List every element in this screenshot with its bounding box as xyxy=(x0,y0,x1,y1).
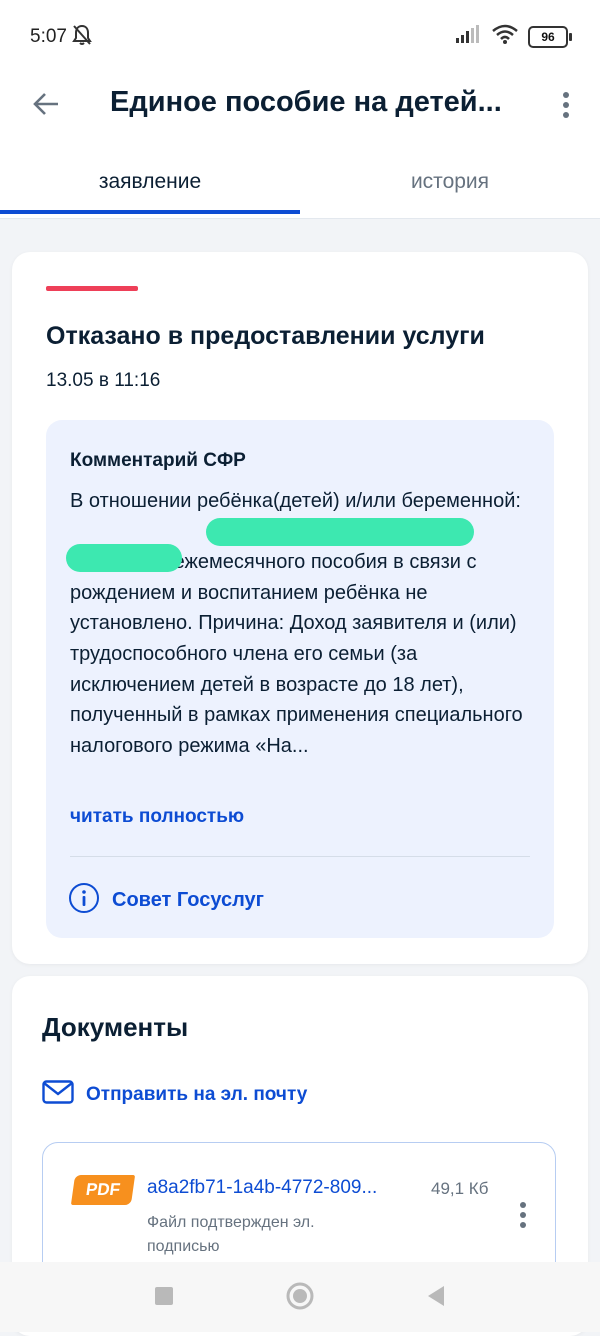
back-button[interactable] xyxy=(26,86,66,126)
read-more-link[interactable]: читать полностью xyxy=(70,806,244,828)
info-icon xyxy=(68,882,100,919)
status-time: 5:07 xyxy=(30,26,67,47)
back-triangle-icon xyxy=(424,1284,448,1313)
tab-bar: заявление история xyxy=(0,144,600,219)
more-button[interactable] xyxy=(552,84,580,130)
battery-icon: 96 xyxy=(528,25,572,48)
app-bar: Единое пособие на детей... xyxy=(0,74,600,144)
documents-title: Документы xyxy=(42,1012,189,1042)
pdf-badge: PDF xyxy=(70,1175,136,1205)
status-bar: 5:07 96 xyxy=(0,0,600,74)
divider xyxy=(70,856,530,857)
back-nav-button[interactable] xyxy=(418,1280,454,1316)
signal-icon xyxy=(456,25,482,48)
recent-apps-button[interactable] xyxy=(146,1280,182,1316)
document-name[interactable]: a8a2fb71-1a4b-4772-809... xyxy=(147,1177,413,1199)
application-status-card: Отказано в предоставлении услуги 13.05 в… xyxy=(12,252,588,964)
advice-label: Совет Госуслуг xyxy=(112,889,264,911)
more-vertical-icon xyxy=(562,91,570,124)
arrow-left-icon xyxy=(32,92,60,121)
mail-icon xyxy=(42,1080,74,1109)
tab-history[interactable]: история xyxy=(300,144,600,216)
page-title: Единое пособие на детей... xyxy=(110,86,502,118)
redaction-mark xyxy=(66,544,182,572)
advice-link[interactable]: Совет Госуслуг xyxy=(68,882,264,919)
status-icons: 96 xyxy=(456,24,572,49)
system-nav-bar xyxy=(0,1262,600,1332)
status-title: Отказано в предоставлении услуги xyxy=(46,322,485,350)
comment-title: Комментарий СФР xyxy=(70,450,246,471)
document-more-button[interactable] xyxy=(513,1199,533,1235)
tab-indicator xyxy=(0,210,300,214)
home-icon xyxy=(285,1281,315,1316)
status-date: 13.05 в 11:16 xyxy=(46,370,161,391)
bell-off-icon xyxy=(72,24,92,51)
comment-box: Комментарий СФР В отношении ребёнка(дете… xyxy=(46,420,554,938)
document-size: 49,1 Кб xyxy=(431,1179,489,1198)
send-email-button[interactable]: Отправить на эл. почту xyxy=(42,1080,307,1109)
status-accent-line xyxy=(46,286,138,291)
more-vertical-icon xyxy=(519,1201,527,1234)
recent-apps-icon xyxy=(153,1285,175,1312)
send-email-label: Отправить на эл. почту xyxy=(86,1083,308,1105)
home-button[interactable] xyxy=(282,1280,318,1316)
wifi-icon xyxy=(492,24,518,49)
redaction-mark xyxy=(206,518,474,546)
tab-application[interactable]: заявление xyxy=(0,144,300,216)
document-signature: Файл подтвержден эл. подписью xyxy=(147,1214,315,1255)
